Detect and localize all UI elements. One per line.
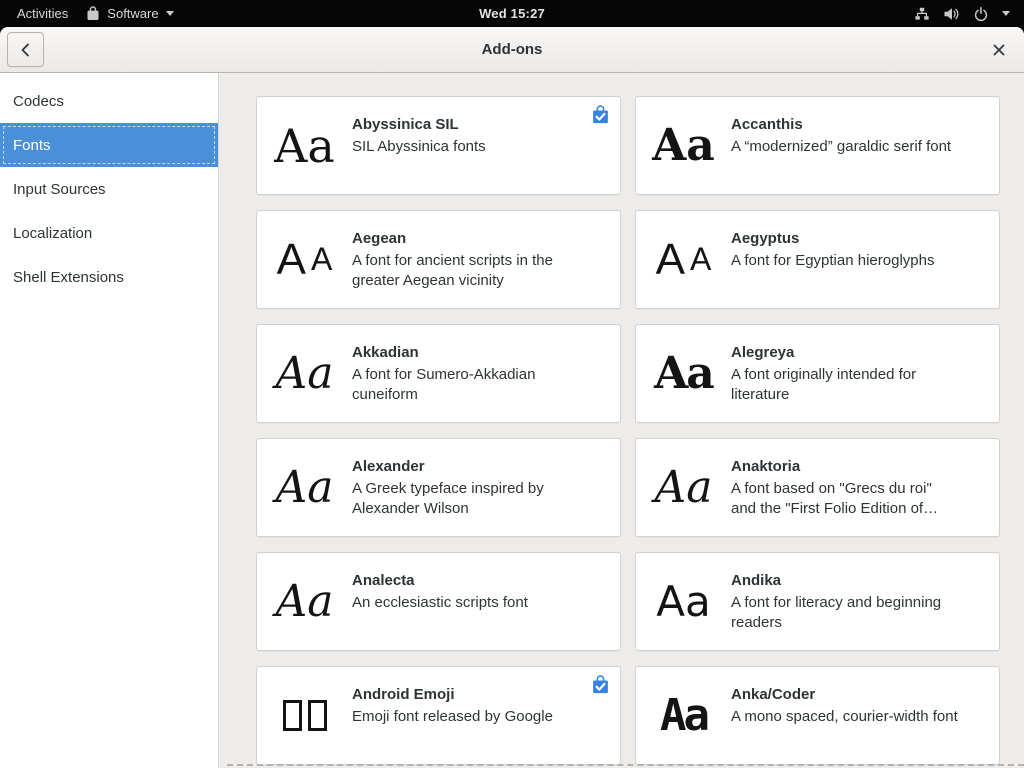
installed-badge-icon (592, 105, 609, 124)
top-bar: Activities Software Wed 15:27 (0, 0, 1024, 27)
font-preview: Aa (636, 97, 731, 194)
addon-title: Aegean (352, 230, 580, 248)
font-preview: Aa (257, 325, 352, 422)
sidebar-item-localization[interactable]: Localization (0, 211, 218, 255)
chevron-left-icon (15, 39, 37, 61)
addon-summary: Emoji font released by Google (352, 707, 580, 727)
addon-summary: SIL Abyssinica fonts (352, 137, 580, 157)
font-preview: AA (257, 211, 352, 308)
addon-title: Aegyptus (731, 230, 959, 248)
addon-summary: A font for Egyptian hieroglyphs (731, 251, 959, 271)
addon-summary: A mono spaced, courier-width font (731, 707, 959, 727)
sidebar-item-codecs[interactable]: Codecs (0, 79, 218, 123)
installed-badge-icon (592, 675, 609, 694)
addon-title: Android Emoji (352, 686, 580, 704)
sidebar-item-shell-extensions[interactable]: Shell Extensions (0, 255, 218, 299)
addon-summary: A font for ancient scripts in the greate… (352, 251, 580, 291)
addon-title: Akkadian (352, 344, 580, 362)
addon-tile[interactable]: AaAnka/Coder A mono spaced, courier-width… (635, 666, 1000, 765)
addon-title: Abyssinica SIL (352, 116, 580, 134)
font-preview (257, 667, 352, 764)
software-window: Add-ons CodecsFontsInput SourcesLocaliza… (0, 27, 1024, 768)
back-button[interactable] (7, 32, 44, 67)
addon-tile[interactable]: AAAegean A font for ancient scripts in th… (256, 210, 621, 309)
close-button[interactable] (988, 39, 1010, 61)
addon-summary: A “modernized” garaldic serif font (731, 137, 959, 157)
addon-summary: A font originally intended for literatur… (731, 365, 959, 405)
addon-tile[interactable]: AaAccanthis A “modernized” garaldic serif… (635, 96, 1000, 195)
network-wired-icon (914, 6, 930, 22)
category-sidebar: CodecsFontsInput SourcesLocalizationShel… (0, 73, 219, 768)
addon-tile[interactable]: AaAbyssinica SIL SIL Abyssinica fonts (256, 96, 621, 195)
scroll-undershoot-indicator (227, 764, 1024, 766)
font-preview: Aa (636, 439, 731, 536)
addon-title: Anka/Coder (731, 686, 959, 704)
addon-title: Alexander (352, 458, 580, 476)
addon-title: Accanthis (731, 116, 959, 134)
page-title: Add-ons (0, 41, 1024, 58)
addon-title: Analecta (352, 572, 580, 590)
tofu-glyph (308, 700, 327, 731)
addon-summary: A font for Sumero-Akkadian cuneiform (352, 365, 580, 405)
close-icon (993, 44, 1005, 56)
system-status-area[interactable] (914, 6, 1024, 22)
addon-tile[interactable]: AaAndika A font for literacy and beginnin… (635, 552, 1000, 651)
addon-title: Anaktoria (731, 458, 959, 476)
font-preview: Aa (636, 667, 731, 764)
addon-tile[interactable]: AAAegyptus A font for Egyptian hieroglyph… (635, 210, 1000, 309)
font-preview: AA (636, 211, 731, 308)
addon-summary: An ecclesiastic scripts font (352, 593, 580, 613)
header-bar: Add-ons (0, 27, 1024, 73)
addon-tile[interactable]: AaAlexander A Greek typeface inspired by … (256, 438, 621, 537)
tofu-glyph (283, 700, 302, 731)
addon-tile[interactable]: AaAnalecta An ecclesiastic scripts font (256, 552, 621, 651)
font-preview: Aa (257, 553, 352, 650)
sidebar-item-fonts[interactable]: Fonts (0, 123, 218, 167)
addons-content: AaAbyssinica SILSIL Abyssinica fontsAaAc… (219, 73, 1024, 768)
addon-tile[interactable]: Android Emoji Emoji font released by Goog… (256, 666, 621, 765)
addon-summary: A font based on "Grecs du roi" and the "… (731, 479, 959, 519)
audio-volume-icon (943, 6, 960, 22)
font-preview: Aa (257, 97, 352, 194)
addon-summary: A font for literacy and beginning reader… (731, 593, 959, 633)
chevron-down-icon (1002, 11, 1010, 16)
clock[interactable]: Wed 15:27 (0, 6, 1024, 21)
font-preview: Aa (636, 325, 731, 422)
addon-tile[interactable]: AaAlegreya A font originally intended for… (635, 324, 1000, 423)
font-preview: Aa (636, 553, 731, 650)
power-icon (973, 6, 989, 22)
addon-summary: A Greek typeface inspired by Alexander W… (352, 479, 580, 519)
addon-title: Andika (731, 572, 959, 590)
addons-grid: AaAbyssinica SILSIL Abyssinica fontsAaAc… (219, 73, 1024, 765)
font-preview: Aa (257, 439, 352, 536)
addon-tile[interactable]: AaAnaktoria A font based on "Grecs du roi… (635, 438, 1000, 537)
addon-title: Alegreya (731, 344, 959, 362)
sidebar-item-input-sources[interactable]: Input Sources (0, 167, 218, 211)
addon-tile[interactable]: AaAkkadian A font for Sumero-Akkadian cun… (256, 324, 621, 423)
